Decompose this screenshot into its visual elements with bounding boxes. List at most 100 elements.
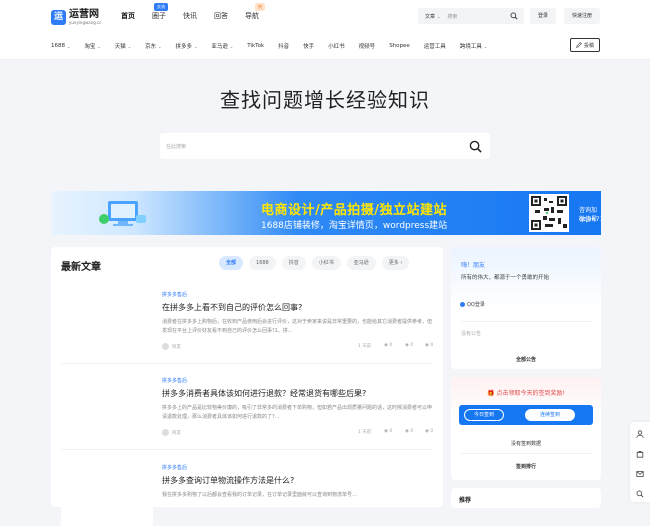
logo-subtext: yunyingwang.cc [69, 19, 102, 25]
user-icon[interactable] [636, 430, 644, 438]
nav-navigation[interactable]: 热导航 [245, 3, 265, 21]
article-category[interactable]: 拼多多售后 [162, 291, 187, 298]
chevron-down-icon: ⌄ [127, 43, 132, 49]
article-thumbnail[interactable] [61, 464, 153, 526]
no-checkin-data: 没有签到数据 [510, 441, 541, 447]
article-title[interactable]: 在拼多多上看不到自己的评价怎么回事? [162, 302, 302, 313]
article-title[interactable]: 拼多多查询订单物流操作方法是什么? [162, 475, 294, 486]
nav-answers[interactable]: 回答 [214, 11, 228, 21]
cart-icon[interactable] [636, 450, 644, 458]
search-icon[interactable] [510, 12, 518, 20]
article-category[interactable]: 拼多多售后 [162, 377, 187, 384]
welcome-greeting: 嗨！朋友 [461, 262, 486, 269]
articles-panel: 最新文章 全部 1688 抖音 小红书 亚马逊 更多 › 拼多多售后 在拼多多上… [51, 247, 443, 526]
divider [461, 453, 591, 454]
chevron-down-icon: ⌄ [158, 43, 162, 49]
nav-circle[interactable]: 交流 圈子 [152, 3, 168, 21]
welcome-motto: 所有的伟大，都源于一个勇敢的开始 [461, 275, 550, 281]
welcome-card: 嗨！朋友 所有的伟大，都源于一个勇敢的开始 QQ登录 没有公告 全部公告 [451, 247, 601, 369]
article-summary: 拼多多上的产品是比较物美价廉的，吸引了非常多的消费者下单购物，但如若产品出现质量… [162, 405, 433, 420]
cat-tools[interactable]: 运营工具 [424, 42, 446, 50]
chevron-down-icon: ⌄ [229, 43, 234, 49]
site-header: 运 运营网 yunyingwang.cc 首页 交流 圈子 快讯 回答 热导航 文… [0, 0, 650, 60]
divider [461, 321, 591, 322]
checkin-today-button[interactable]: 今日签到 [464, 409, 504, 421]
article-time: 1 天前 [358, 344, 372, 349]
checkin-ranking-link[interactable]: 签到排行 [451, 463, 601, 470]
search-type-select[interactable]: 文章 ⌄ [425, 13, 440, 20]
qr-code-image [529, 194, 569, 232]
cat-xiaohongshu[interactable]: 小红书 [328, 42, 345, 50]
search-input[interactable]: 搜索 [447, 13, 510, 20]
post-button[interactable]: 投稿 [570, 38, 600, 52]
cat-jd[interactable]: 京东 ⌄ [145, 42, 162, 51]
checkin-bar: 今日签到 连续签到 [459, 405, 593, 425]
article-meta: 阿友 1 天前 ◉ 0 ◉ 0 ◉ 0 [162, 343, 434, 351]
filter-more[interactable]: 更多 › [381, 256, 410, 270]
banner-subline: 1688店铺装修，淘宝详情页，wordpress建站 [261, 221, 448, 231]
avatar [162, 343, 169, 350]
recommend-card: 推荐 [451, 488, 601, 508]
cat-taobao[interactable]: 淘宝 ⌄ [84, 42, 101, 51]
cat-shipinhao[interactable]: 视频号 [359, 42, 376, 50]
filter-douyin[interactable]: 抖音 [281, 256, 306, 270]
comments-count: ◉ 0 [425, 343, 434, 348]
chevron-down-icon: ⌄ [97, 43, 101, 49]
filter-amazon[interactable]: 亚马逊 [346, 256, 376, 270]
checkin-reward-link[interactable]: 🎁 点击领取今天的签到奖励! [451, 388, 601, 397]
banner-contact-value: qq987118114 [579, 215, 601, 223]
likes-count: ◉ 0 [405, 343, 414, 348]
article-filter-tabs: 全部 1688 抖音 小红书 亚马逊 更多 › [219, 256, 415, 270]
article-title[interactable]: 拼多多消费者具体该如何进行退款？经常退货有哪些后果? [162, 388, 366, 399]
message-icon[interactable] [636, 470, 644, 478]
views-count: ◉ 0 [384, 343, 393, 348]
category-nav: 1688 ⌄ 淘宝 ⌄ 天猫 ⌄ 京东 ⌄ 拼多多 ⌄ 亚马逊 ⌄ TikTok 抖音 快手… [51, 42, 501, 50]
chevron-down-icon: ⌄ [67, 43, 71, 49]
no-notice-text: 没有公告 [461, 331, 482, 337]
article-category[interactable]: 拼多多售后 [162, 464, 187, 471]
article-summary: 消费者在拼多多上购物后，在收到产品使用后会进行评价，这对于卖家来说是非常重要的，… [162, 319, 433, 334]
cat-amazon[interactable]: 亚马逊 ⌄ [211, 42, 234, 51]
article-thumbnail[interactable] [61, 377, 153, 439]
all-notices-link[interactable]: 全部公告 [451, 356, 601, 363]
cat-shopee[interactable]: Shopee [389, 43, 410, 49]
nav-home[interactable]: 首页 [121, 11, 135, 21]
header-search[interactable]: 文章 ⌄ 搜索 [418, 8, 524, 24]
cat-douyin[interactable]: 抖音 [278, 42, 289, 50]
search-icon[interactable] [469, 140, 482, 153]
search-icon[interactable] [636, 490, 644, 498]
floating-toolbar [630, 422, 650, 502]
hero-search-input[interactable]: 在此搜索 [166, 143, 469, 150]
article-author[interactable]: 阿友 [162, 343, 181, 350]
hero-title: 查找问题增长经验知识 [220, 88, 430, 112]
cat-kuaishou[interactable]: 快手 [303, 42, 314, 50]
site-logo[interactable]: 运 运营网 yunyingwang.cc [51, 7, 101, 27]
logo-mark: 运 [51, 9, 66, 25]
hero-search-box[interactable]: 在此搜索 [160, 133, 490, 159]
divider [61, 449, 433, 450]
article-thumbnail[interactable] [61, 291, 153, 353]
filter-1688[interactable]: 1688 [249, 256, 276, 270]
nav-news[interactable]: 快讯 [183, 11, 197, 21]
checkin-continuous-tab[interactable]: 连续签到 [525, 409, 575, 421]
cat-pinduoduo[interactable]: 拼多多 ⌄ [175, 42, 197, 51]
articles-title: 最新文章 [61, 262, 101, 273]
cat-tiktok[interactable]: TikTok [247, 43, 264, 49]
cat-tmall[interactable]: 天猫 ⌄ [115, 42, 132, 51]
filter-xiaohongshu[interactable]: 小红书 [311, 256, 341, 270]
article-author[interactable]: 阿友 [162, 429, 181, 436]
likes-count: ◉ 0 [405, 429, 414, 434]
cat-1688[interactable]: 1688 ⌄ [51, 43, 70, 49]
avatar [162, 429, 169, 436]
nav-badge: 交流 [154, 3, 168, 11]
divider [61, 363, 433, 364]
qq-login-button[interactable]: QQ登录 [460, 301, 485, 308]
register-button[interactable]: 快速注册 [564, 8, 600, 24]
promo-banner[interactable]: 电商设计/产品拍摄/独立站建站 1688店铺装修，淘宝详情页，wordpress… [51, 191, 601, 235]
filter-all[interactable]: 全部 [219, 256, 244, 270]
logo-text: 运营网 [69, 8, 99, 20]
nav-hot-badge: 热 [255, 3, 265, 11]
computer-illustration [99, 201, 146, 226]
login-button[interactable]: 登录 [530, 8, 556, 24]
cat-crossborder-tools[interactable]: 跨境工具 ⌄ [460, 42, 487, 51]
